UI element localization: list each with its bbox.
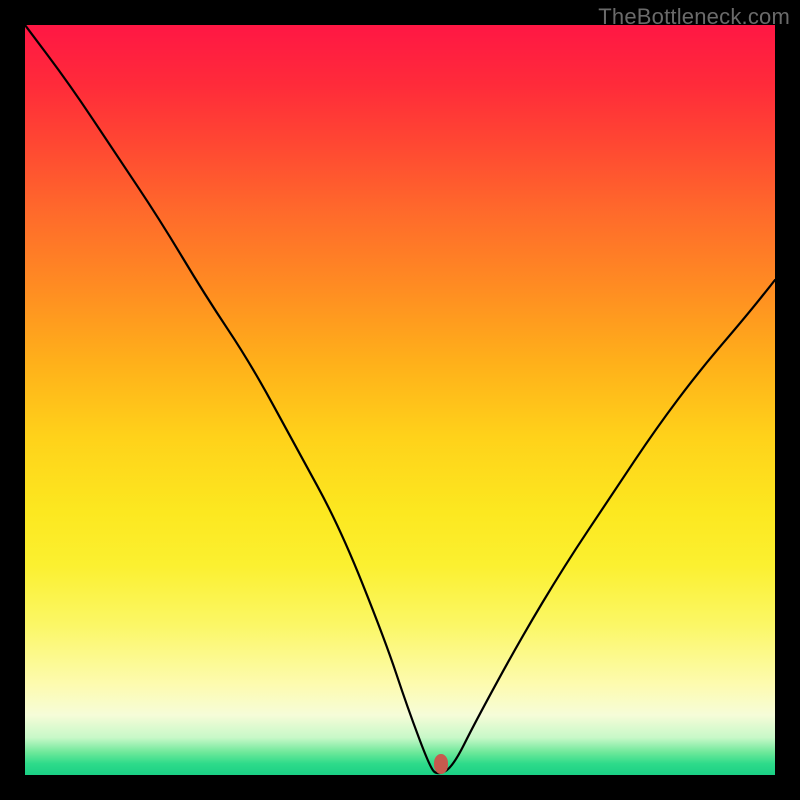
chart-frame: TheBottleneck.com xyxy=(0,0,800,800)
watermark-text: TheBottleneck.com xyxy=(598,4,790,30)
bottleneck-curve xyxy=(25,25,775,775)
optimal-point-marker xyxy=(434,754,448,774)
plot-area xyxy=(25,25,775,775)
